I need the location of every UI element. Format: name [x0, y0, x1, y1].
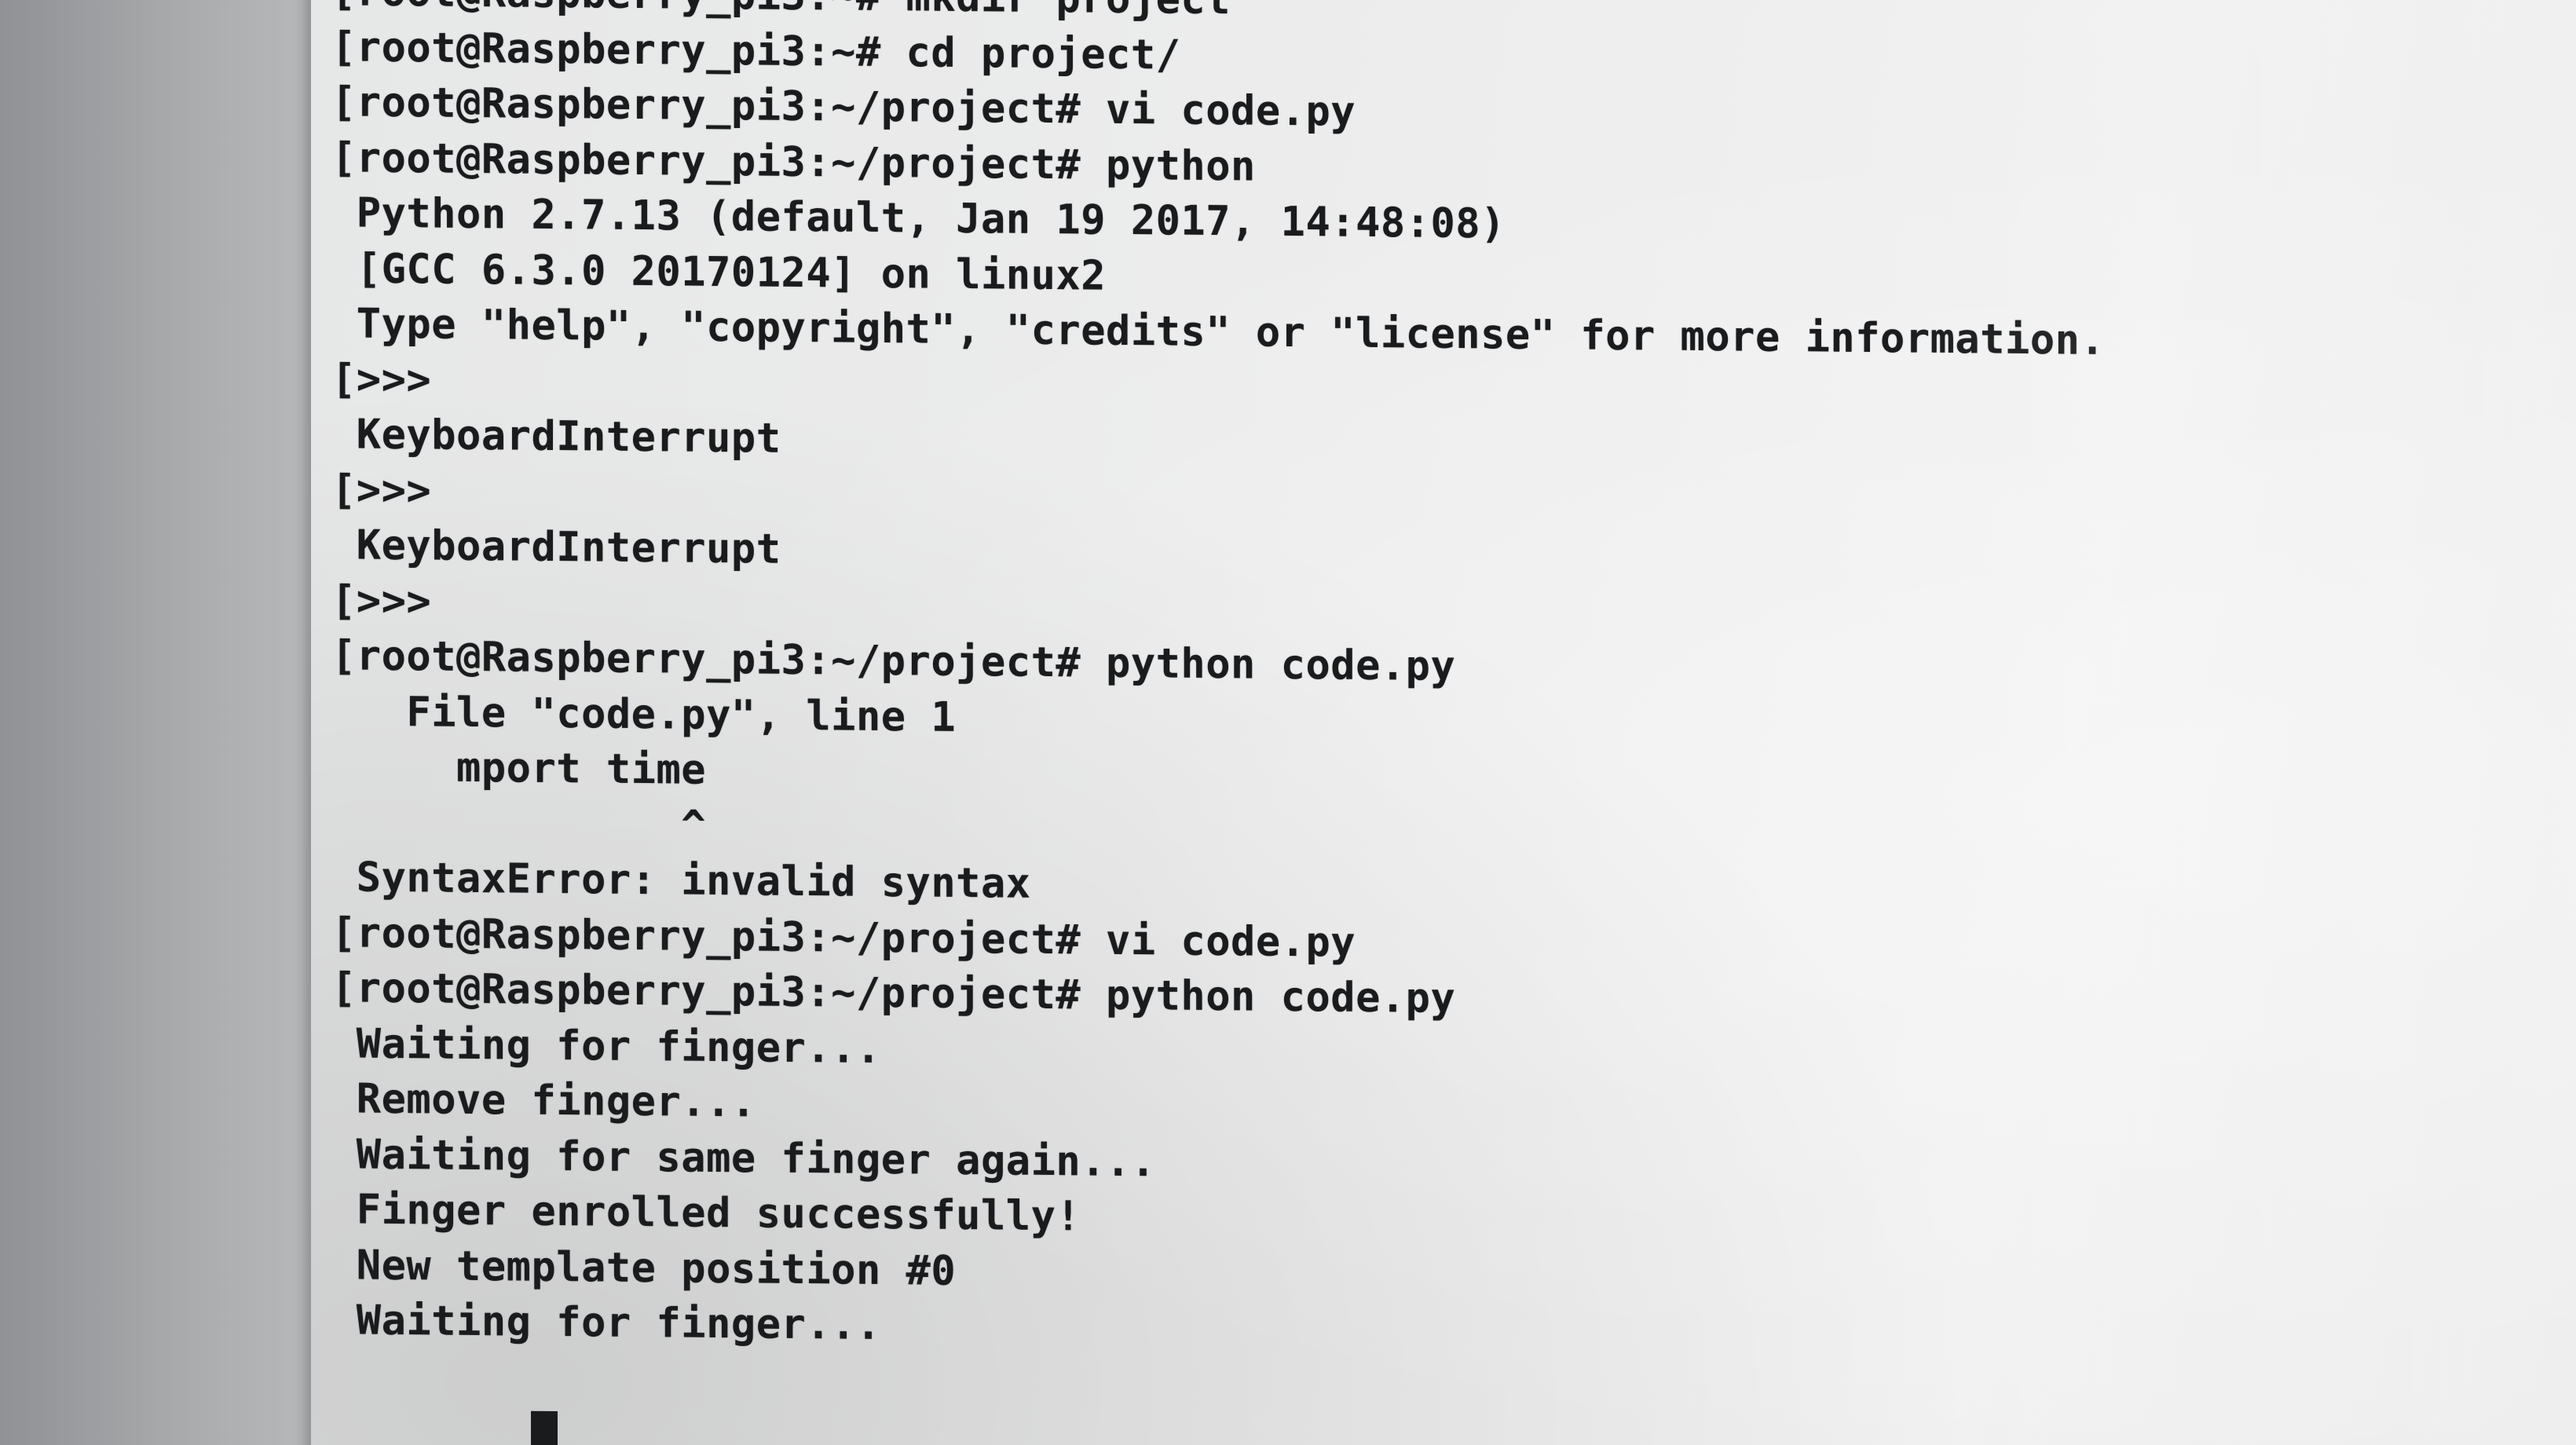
terminal-window[interactable]: [root@Raspberry_pi3:~# mkdir project [ro…	[311, 0, 2576, 1445]
monitor-bezel	[0, 0, 338, 1445]
terminal-cursor[interactable]	[531, 1410, 558, 1445]
terminal-output: [root@Raspberry_pi3:~# mkdir project [ro…	[331, 0, 2105, 1445]
photo-of-monitor: [root@Raspberry_pi3:~# mkdir project [ro…	[0, 0, 2576, 1445]
